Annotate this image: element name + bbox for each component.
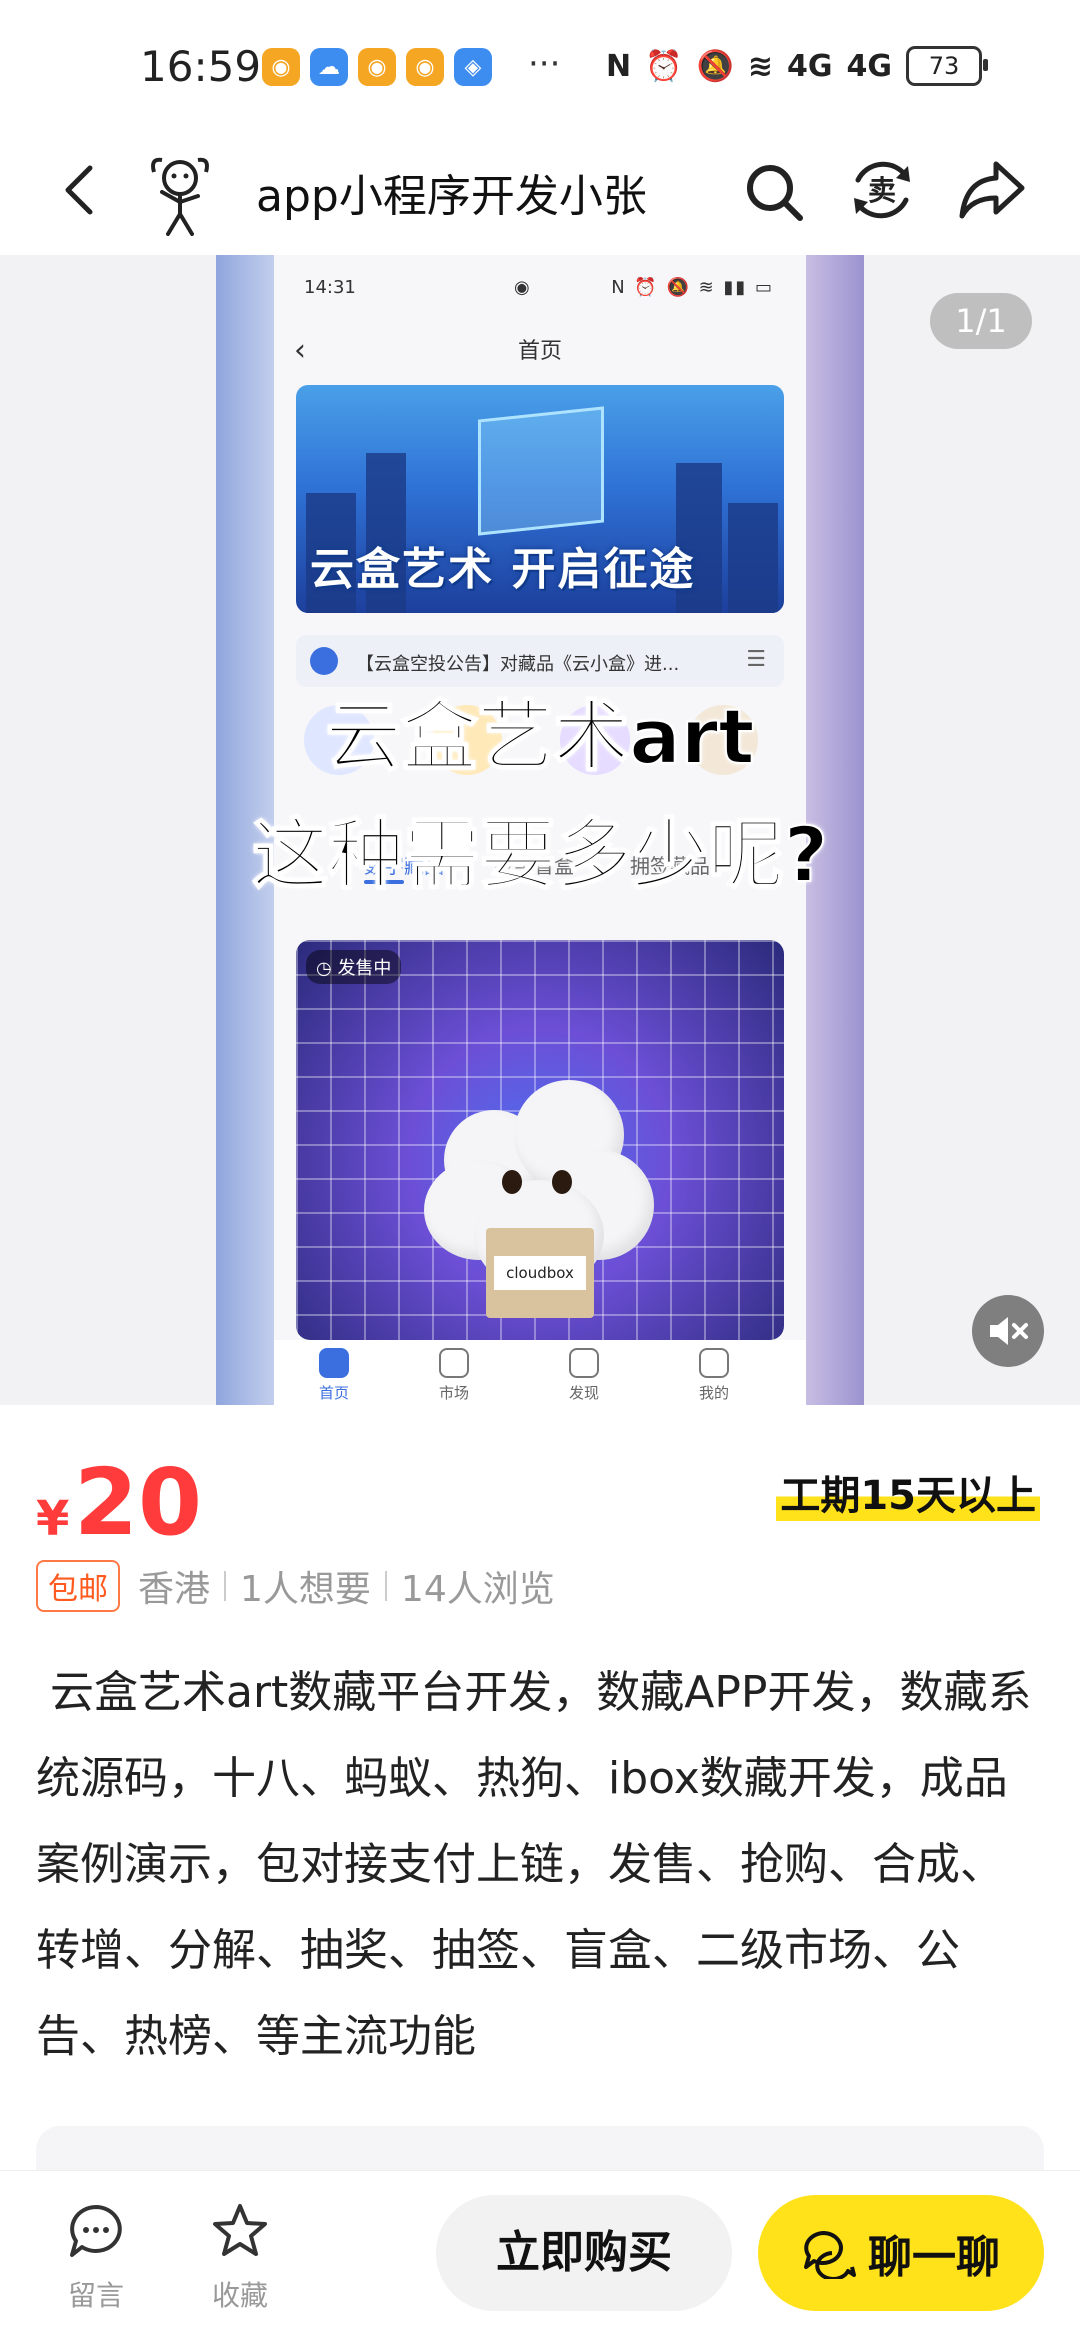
battery-icon: 73: [905, 46, 988, 86]
weibo-icon: ◉: [358, 48, 396, 86]
cloudbox-package: cloudbox: [486, 1228, 594, 1318]
screenshot-nav-label: 市场: [438, 1384, 469, 1402]
signal-icon: 4G: [846, 48, 892, 84]
wifi-icon: ≋: [747, 48, 773, 84]
screenshot-card-tag: ◷ 发售中: [306, 950, 402, 984]
product-media[interactable]: 14:31 ◉ N ⏰ 🔕 ≋ ▮▮ ▭ ‹ 首页 云盒艺术 开启征途 【云盒空…: [0, 255, 1080, 1405]
mute-bell-icon: 🔕: [696, 48, 734, 84]
search-icon[interactable]: [742, 160, 806, 224]
screenshot-time: 14:31: [304, 277, 356, 298]
box-label: cloudbox: [494, 1256, 586, 1290]
buy-now-button[interactable]: 立即购买: [436, 2195, 732, 2311]
status-time: 16:59: [140, 42, 262, 91]
back-icon[interactable]: [52, 160, 112, 220]
screenshot-status-bar: 14:31 ◉ N ⏰ 🔕 ≋ ▮▮ ▭: [304, 277, 774, 307]
svg-text:卖: 卖: [868, 174, 896, 207]
profile-icon: [699, 1348, 729, 1378]
signal-icon: 4G: [786, 48, 833, 84]
screenshot-nav-label: 首页: [318, 1384, 349, 1402]
weather-icon: ☁: [310, 48, 348, 86]
status-bar: 16:59 ◉ ☁ ◉ ◉ ◈ ··· N ⏰ 🔕 ≋ 4G 4G 73: [0, 0, 1080, 130]
free-shipping-badge: 包邮: [36, 1560, 120, 1612]
duration-label: 工期15天以上: [776, 1463, 1040, 1521]
screenshot-page-title: 首页: [517, 339, 562, 364]
nfc-icon: N: [606, 48, 632, 84]
home-icon: [319, 1348, 349, 1378]
cloud-cube-image: [478, 406, 604, 536]
alarm-icon: ⏰: [645, 48, 683, 84]
screenshot-nav-item: 市场: [424, 1348, 484, 1403]
screenshot-banner: 云盒艺术 开启征途: [296, 385, 784, 613]
screenshot-nav-item: 首页: [304, 1348, 364, 1403]
comment-button[interactable]: 留言: [46, 2201, 146, 2314]
divider: [384, 1571, 387, 1601]
screenshot-nav-label: 我的: [698, 1384, 729, 1402]
overlay-caption-line2: 这种需要多少呢?: [251, 809, 829, 900]
chat-icon: [804, 2231, 856, 2279]
chat-button[interactable]: 聊一聊: [758, 2195, 1044, 2311]
favorite-button[interactable]: 收藏: [190, 2201, 290, 2314]
sell-icon[interactable]: 卖: [848, 156, 916, 224]
comment-icon: [70, 2205, 122, 2257]
weibo-icon: ◉: [406, 48, 444, 86]
price-section: ¥ 20 工期15天以上: [0, 1405, 1080, 1575]
price-currency: ¥: [36, 1491, 70, 1547]
location: 香港: [138, 1569, 211, 1610]
system-icons: N ⏰ 🔕 ≋ 4G 4G 73: [606, 46, 988, 86]
star-icon: [213, 2204, 267, 2256]
game-icon: ◈: [454, 48, 492, 86]
eye-icon: ◉: [514, 277, 530, 298]
screenshot-notice-text: 【云盒空投公告】对藏品《云小盒》进...: [356, 654, 680, 675]
want-count: 1人想要: [240, 1569, 371, 1610]
comment-label: 留言: [67, 2279, 124, 2312]
screenshot-nav-item: 发现: [554, 1348, 614, 1403]
share-icon[interactable]: [958, 158, 1026, 222]
screenshot-banner-text: 云盒艺术 开启征途: [310, 544, 696, 595]
market-icon: [439, 1348, 469, 1378]
screenshot-bottom-nav: 首页 市场 发现 我的: [274, 1340, 806, 1405]
weibo-icon: ◉: [262, 48, 300, 86]
screenshot-nav-item: 我的: [684, 1348, 744, 1403]
divider: [224, 1571, 227, 1601]
screenshot-system-icons: N ⏰ 🔕 ≋ ▮▮ ▭: [611, 277, 774, 298]
chat-label: 聊一聊: [868, 2232, 1000, 2283]
product-meta: 包邮 香港 1人想要 14人浏览: [36, 1558, 555, 1614]
speaker-icon: [310, 647, 338, 675]
avatar-icon[interactable]: [140, 152, 220, 236]
top-navigation: app小程序开发小张 卖: [0, 130, 1080, 255]
mute-icon[interactable]: [972, 1295, 1044, 1367]
menu-icon: ☰: [746, 647, 766, 672]
view-count: 14人浏览: [400, 1569, 555, 1610]
product-description: 云盒艺术art数藏平台开发，数藏APP开发，数藏系统源码，十八、蚂蚁、热狗、ib…: [36, 1667, 1032, 2062]
bottom-action-bar: 留言 收藏 立即购买 聊一聊: [0, 2170, 1080, 2341]
screenshot-product-card: ◷ 发售中 cloudbox: [296, 940, 784, 1340]
page-indicator: 1/1: [930, 293, 1032, 349]
more-notifications-icon: ···: [528, 44, 561, 84]
screenshot-nav-label: 发现: [568, 1384, 599, 1402]
price-value: 20: [74, 1449, 203, 1556]
overlay-caption-line1: 云盒艺术art: [324, 691, 755, 782]
notification-icons: ◉ ☁ ◉ ◉ ◈: [262, 48, 492, 86]
shop-title[interactable]: app小程序开发小张: [256, 160, 647, 224]
discover-icon: [569, 1348, 599, 1378]
card-tag-label: 发售中: [337, 958, 392, 979]
favorite-label: 收藏: [211, 2279, 268, 2312]
cloud-mascot-image: cloudbox: [424, 1070, 654, 1330]
